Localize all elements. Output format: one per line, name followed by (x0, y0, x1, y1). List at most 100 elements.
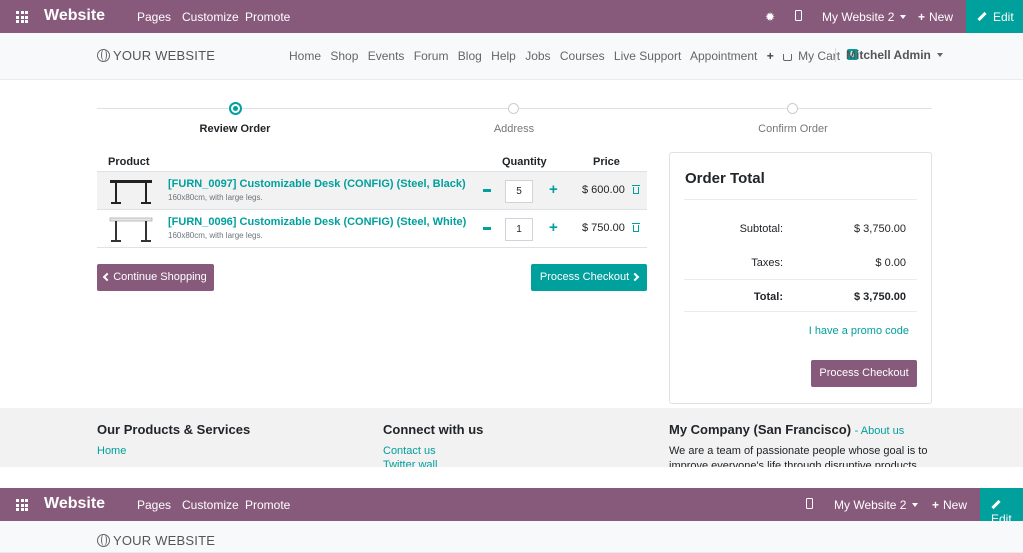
menu-pages[interactable]: Pages (137, 10, 171, 24)
menu-customize[interactable]: Customize (182, 10, 239, 24)
trash-icon[interactable] (632, 223, 640, 232)
site-logo[interactable]: YOUR WEBSITE (97, 533, 215, 548)
product-description: 160x80cm, with large legs. (168, 231, 263, 240)
step-address[interactable]: Address (444, 123, 584, 135)
nav-links: Home Shop Events Forum Blog Help Jobs Co… (289, 49, 870, 63)
step-confirm-order[interactable]: Confirm Order (723, 123, 863, 135)
checkout-progress: Review Order Address Confirm Order (97, 100, 932, 140)
cart-table: Product Quantity Price [FURN_0097] Custo… (97, 152, 647, 291)
header-quantity: Quantity (502, 156, 547, 168)
footer-connect-title: Connect with us (383, 422, 484, 437)
about-us-link[interactable]: - About us (855, 425, 905, 437)
menu-promote[interactable]: Promote (245, 10, 290, 24)
process-checkout-button[interactable]: Process Checkout (531, 264, 647, 291)
chevron-right-icon (630, 272, 640, 282)
menu-promote[interactable]: Promote (245, 498, 290, 512)
header-product: Product (108, 156, 150, 168)
nav-shop[interactable]: Shop (330, 49, 358, 63)
step-review-order[interactable]: Review Order (165, 123, 305, 135)
edit-button[interactable]: Edit (980, 488, 1023, 526)
nav-home[interactable]: Home (289, 49, 321, 63)
nav-jobs[interactable]: Jobs (525, 49, 550, 63)
decrease-quantity-button[interactable] (483, 227, 491, 230)
nav-events[interactable]: Events (368, 49, 405, 63)
app-brand[interactable]: Website (44, 7, 105, 25)
decrease-quantity-button[interactable] (483, 189, 491, 192)
mobile-preview-icon[interactable] (806, 498, 813, 512)
step-dot-confirm (787, 103, 798, 114)
continue-shopping-label: Continue Shopping (113, 271, 207, 283)
menu-customize[interactable]: Customize (182, 498, 239, 512)
divider (684, 311, 917, 312)
promo-code-link[interactable]: I have a promo code (809, 325, 909, 337)
increase-quantity-button[interactable]: + (549, 219, 558, 236)
new-label: New (943, 498, 968, 512)
edit-label: Edit (993, 10, 1014, 24)
process-checkout-label: Process Checkout (539, 271, 630, 283)
website-switcher[interactable]: My Website 2 (822, 10, 906, 24)
nav-forum[interactable]: Forum (414, 49, 449, 63)
mobile-preview-icon[interactable] (795, 10, 802, 24)
taxes-value: $ 0.00 (875, 257, 906, 269)
site-logo[interactable]: YOUR WEBSITE (97, 48, 215, 63)
quantity-input[interactable]: 5 (505, 180, 533, 203)
quantity-input[interactable]: 1 (505, 218, 533, 241)
menu-pages[interactable]: Pages (137, 498, 171, 512)
debug-bug-icon[interactable]: ✹ (765, 10, 775, 24)
cart-screenshot: Website Pages Customize Promote ✹ My Web… (0, 0, 1023, 467)
cart-line: [FURN_0097] Customizable Desk (CONFIG) (… (97, 172, 647, 210)
nav-blog[interactable]: Blog (458, 49, 482, 63)
footer-link-contact[interactable]: Contact us (383, 445, 436, 457)
step-dot-review (229, 102, 242, 115)
nav-live-support[interactable]: Live Support (614, 49, 681, 63)
desk-black-thumbnail[interactable] (107, 176, 155, 206)
footer-company-text: We are a team of passionate people whose… (669, 445, 928, 467)
website-switcher[interactable]: My Website 2 (834, 498, 918, 512)
site-footer: Our Products & Services Home Connect wit… (0, 408, 1023, 467)
admin-bar: Website Pages Customize Promote My Websi… (0, 488, 1023, 526)
footer-products-title: Our Products & Services (97, 422, 251, 437)
admin-bar: Website Pages Customize Promote ✹ My Web… (0, 0, 1023, 33)
continue-shopping-button[interactable]: Continue Shopping (97, 264, 214, 291)
pencil-icon (977, 11, 987, 22)
plus-icon: + (932, 498, 940, 512)
nav-add-plus-icon[interactable]: + (767, 49, 774, 63)
edit-button[interactable]: Edit (966, 0, 1023, 33)
nav-appointment[interactable]: Appointment (690, 49, 757, 63)
new-button[interactable]: + New (932, 498, 967, 512)
order-total-card: Order Total Subtotal: $ 3,750.00 Taxes: … (669, 152, 932, 404)
pencil-icon (991, 499, 1001, 510)
logo-text: YOUR WEBSITE (113, 48, 216, 63)
footer-link-twitter-wall[interactable]: Twitter wall (383, 459, 437, 467)
company-name: My Company (San Francisco) (669, 422, 852, 437)
product-name-link[interactable]: [FURN_0097] Customizable Desk (CONFIG) (… (168, 178, 466, 190)
plus-icon: + (918, 10, 926, 24)
logo-text: YOUR WEBSITE (113, 533, 216, 548)
line-price: $ 600.00 (582, 184, 625, 196)
about-us-label: About us (860, 425, 905, 437)
site-navbar: YOUR WEBSITE (0, 521, 1023, 553)
apps-grid-icon[interactable] (16, 11, 28, 23)
divider (684, 199, 917, 200)
total-label: Total: (753, 291, 783, 303)
product-name-link[interactable]: [FURN_0096] Customizable Desk (CONFIG) (… (168, 216, 466, 228)
chevron-left-icon (102, 272, 112, 282)
nav-help[interactable]: Help (491, 49, 516, 63)
footer-link-home[interactable]: Home (97, 445, 126, 457)
cart-label: My Cart (798, 49, 841, 63)
card-process-checkout-button[interactable]: Process Checkout (811, 360, 917, 387)
user-menu[interactable]: Mitchell Admin (835, 48, 943, 62)
nav-courses[interactable]: Courses (560, 49, 605, 63)
desk-white-thumbnail[interactable] (107, 214, 155, 244)
total-value: $ 3,750.00 (854, 291, 906, 303)
order-total-title: Order Total (685, 170, 765, 187)
cart-icon (783, 54, 793, 61)
trash-icon[interactable] (632, 185, 640, 194)
apps-grid-icon[interactable] (16, 499, 28, 511)
new-button[interactable]: + New (918, 10, 953, 24)
subtotal-label: Subtotal: (739, 223, 783, 235)
app-brand[interactable]: Website (44, 495, 105, 513)
cart-table-header: Product Quantity Price (97, 152, 647, 172)
line-price: $ 750.00 (582, 222, 625, 234)
increase-quantity-button[interactable]: + (549, 181, 558, 198)
